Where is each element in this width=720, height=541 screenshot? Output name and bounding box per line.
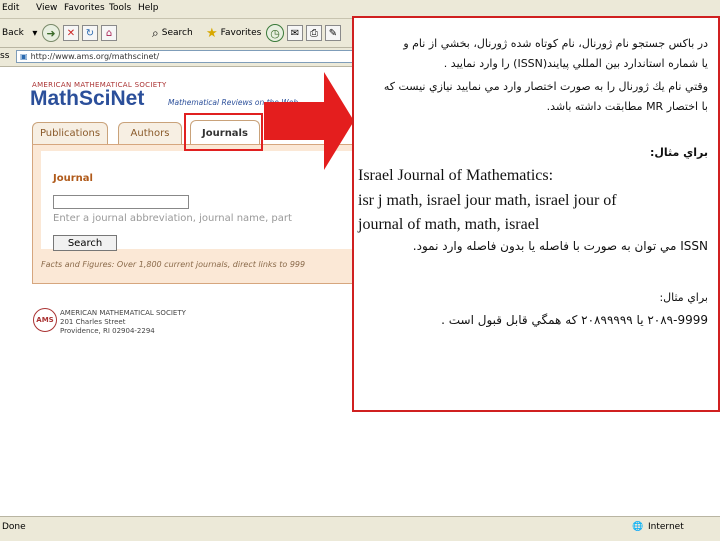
history-icon[interactable]: ◷: [266, 24, 284, 42]
status-text: Done: [2, 522, 26, 532]
example-abbreviations: isr j math, israel jour math, israel jou…: [358, 192, 617, 209]
instruction-overlay: در باكس جستجو نام ژورنال، نام كوتاه شده …: [352, 16, 720, 412]
menu-tools[interactable]: Tools: [109, 3, 131, 13]
issn-example: ۲۰۸۹-9999 يا ۲۰۸۹۹۹۹۹ كه همگي قابل قبول …: [441, 313, 708, 327]
tab-authors[interactable]: Authors: [118, 122, 182, 144]
home-icon[interactable]: ⌂: [101, 25, 117, 41]
tab-publications[interactable]: Publications: [32, 122, 108, 144]
ams-address: AMERICAN MATHEMATICAL SOCIETY 201 Charle…: [60, 309, 186, 336]
ams-seal-logo[interactable]: AMS: [33, 308, 57, 332]
example-label: براي مثال:: [649, 146, 708, 159]
journal-search-button[interactable]: Search: [53, 235, 117, 251]
search-icon: ⌕: [152, 25, 159, 40]
red-arrow-icon: [264, 72, 354, 170]
menu-favorites[interactable]: Favorites: [64, 3, 105, 13]
menu-edit[interactable]: Edit: [2, 3, 19, 13]
back-button[interactable]: Back ▾: [2, 23, 43, 43]
print-icon[interactable]: ⎙: [306, 25, 322, 41]
page-icon: ▣: [20, 52, 28, 61]
internet-zone-label: Internet: [648, 522, 684, 532]
example-abbreviations: journal of math, math, israel: [358, 216, 540, 233]
edit-icon[interactable]: ✎: [325, 25, 341, 41]
internet-zone-icon: 🌐: [632, 522, 644, 532]
instruction-line: يا شماره استاندارد بين المللي پيايند(ISS…: [443, 57, 708, 70]
search-button[interactable]: ⌕ Search: [152, 23, 193, 43]
stop-icon[interactable]: ✕: [63, 25, 79, 41]
address-label: ss: [0, 51, 10, 61]
instruction-line: وقتي نام يك ژورنال را به صورت اختصار وار…: [383, 80, 708, 93]
status-bar: Done 🌐 Internet: [0, 516, 720, 541]
favorites-label: Favorites: [220, 28, 262, 38]
star-icon: ★: [206, 25, 218, 41]
ams-address-line: AMERICAN MATHEMATICAL SOCIETY: [60, 309, 186, 317]
address-url: http://www.ams.org/mathscinet/: [30, 52, 160, 61]
ams-address-line: 201 Charles Street: [60, 318, 126, 326]
refresh-icon[interactable]: ↻: [82, 25, 98, 41]
search-label: Search: [161, 28, 193, 38]
instruction-line: با اختصار MR مطابقت داشته باشد.: [546, 100, 708, 113]
menu-view[interactable]: View: [36, 3, 57, 13]
mathscinet-logo[interactable]: MathSciNet: [30, 87, 144, 111]
journal-search-input[interactable]: [53, 195, 189, 209]
example-journal-name: Israel Journal of Mathematics:: [358, 167, 554, 184]
example-label: براي مثال:: [659, 291, 708, 304]
chevron-down-icon: ▾: [32, 27, 38, 39]
journals-tab-highlight: [184, 113, 263, 151]
address-input[interactable]: ▣ http://www.ams.org/mathscinet/: [16, 50, 376, 63]
forward-icon[interactable]: ➜: [42, 24, 60, 42]
journal-label: Journal: [53, 173, 93, 184]
back-label: Back: [2, 28, 24, 38]
facts-and-figures: Facts and Figures: Over 1,800 current jo…: [41, 260, 306, 269]
issn-note: ISSN مي توان به صورت با فاصله يا بدون فا…: [412, 239, 708, 253]
instruction-line: در باكس جستجو نام ژورنال، نام كوتاه شده …: [403, 37, 708, 50]
menu-help[interactable]: Help: [138, 3, 159, 13]
favorites-button[interactable]: ★ Favorites: [206, 23, 261, 43]
journal-hint: Enter a journal abbreviation, journal na…: [53, 213, 292, 224]
ams-address-line: Providence, RI 02904-2294: [60, 327, 155, 335]
mail-icon[interactable]: ✉: [287, 25, 303, 41]
